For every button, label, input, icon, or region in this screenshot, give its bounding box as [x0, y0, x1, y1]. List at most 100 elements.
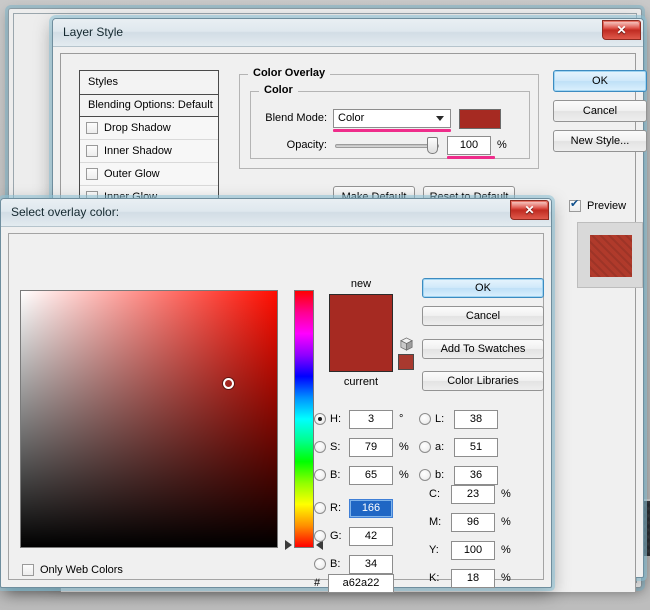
radio-h-hsb[interactable]	[314, 413, 326, 425]
unit-s-hsb: %	[399, 441, 409, 453]
input-g-rgb[interactable]: 42	[349, 527, 393, 546]
input-r-rgb[interactable]: 166	[349, 499, 393, 518]
inner-shadow-checkbox[interactable]	[86, 145, 98, 157]
radio-s-hsb[interactable]	[314, 441, 326, 453]
picker-cancel-button[interactable]: Cancel	[422, 306, 544, 326]
opacity-slider-thumb[interactable]	[427, 137, 438, 154]
color-picker-titlebar[interactable]: Select overlay color: ✕	[1, 199, 551, 227]
radio-b-lab[interactable]	[419, 469, 431, 481]
out-of-gamut-cube-icon[interactable]	[399, 337, 414, 352]
sidebar-item-label: Outer Glow	[104, 163, 160, 185]
opacity-slider[interactable]	[335, 136, 441, 155]
ok-button[interactable]: OK	[553, 70, 647, 92]
input-h-hsb[interactable]: 3	[349, 410, 393, 429]
hue-slider[interactable]	[294, 290, 314, 548]
input-m-cmyk[interactable]: 96	[451, 513, 495, 532]
styles-list-header: Styles	[80, 71, 218, 95]
hue-slider-arrow-left	[285, 540, 292, 550]
color-field-marker[interactable]	[223, 378, 234, 389]
color-overlay-legend: Color Overlay	[248, 67, 330, 79]
sidebar-item-outer-glow[interactable]: Outer Glow	[80, 163, 218, 186]
sidebar-item-drop-shadow[interactable]: Drop Shadow	[80, 117, 218, 140]
new-style-button[interactable]: New Style...	[553, 130, 647, 152]
input-b-lab[interactable]: 36	[454, 466, 498, 485]
input-k-cmyk[interactable]: 18	[451, 569, 495, 588]
blend-mode-value: Color	[338, 112, 364, 124]
current-color-label: current	[329, 376, 393, 388]
blend-mode-highlight	[333, 129, 451, 132]
color-subgroup: Color Blend Mode: Color Opacity:	[250, 91, 530, 159]
sidebar-item-inner-shadow[interactable]: Inner Shadow	[80, 140, 218, 163]
label-c-cmyk: C:	[429, 488, 445, 500]
layer-style-title: Layer Style	[63, 25, 123, 39]
label-b-rgb: B:	[330, 558, 346, 570]
label-y-cmyk: Y:	[429, 544, 445, 556]
only-web-colors-row[interactable]: Only Web Colors	[22, 564, 123, 576]
desktop-background: Layer Style ✕ Styles Blending Options: D…	[0, 0, 650, 610]
color-picker-panel: new current OK Cancel Add To Swatches Co	[8, 233, 544, 580]
label-b-hsb: B:	[330, 469, 346, 481]
label-L-lab: L:	[435, 413, 451, 425]
outer-glow-checkbox[interactable]	[86, 168, 98, 180]
label-a-lab: a:	[435, 441, 451, 453]
only-web-colors-checkbox[interactable]	[22, 564, 34, 576]
radio-L-lab[interactable]	[419, 413, 431, 425]
input-a-lab[interactable]: 51	[454, 438, 498, 457]
input-b-hsb[interactable]: 65	[349, 466, 393, 485]
unit-y-cmyk: %	[501, 544, 511, 556]
blend-mode-select[interactable]: Color	[333, 109, 451, 128]
label-s-hsb: S:	[330, 441, 346, 453]
input-s-hsb[interactable]: 79	[349, 438, 393, 457]
layer-style-titlebar[interactable]: Layer Style ✕	[53, 19, 643, 47]
radio-a-lab[interactable]	[419, 441, 431, 453]
color-libraries-button[interactable]: Color Libraries	[422, 371, 544, 391]
new-color-swatch[interactable]	[330, 295, 392, 333]
preview-checkbox[interactable]	[569, 200, 581, 212]
label-g-rgb: G:	[330, 530, 346, 542]
radio-g-rgb[interactable]	[314, 530, 326, 542]
preview-checkbox-row[interactable]: Preview	[569, 200, 626, 212]
input-b-rgb[interactable]: 34	[349, 555, 393, 574]
label-h-hsb: H:	[330, 413, 346, 425]
input-c-cmyk[interactable]: 23	[451, 485, 495, 504]
color-subgroup-legend: Color	[259, 84, 298, 96]
cancel-button[interactable]: Cancel	[553, 100, 647, 122]
sidebar-item-blending-options[interactable]: Blending Options: Default	[80, 95, 218, 117]
radio-b-hsb[interactable]	[314, 469, 326, 481]
radio-r-rgb[interactable]	[314, 502, 326, 514]
close-icon[interactable]: ✕	[602, 20, 641, 40]
opacity-label: Opacity:	[255, 139, 327, 151]
unit-c-cmyk: %	[501, 488, 511, 500]
input-y-cmyk[interactable]: 100	[451, 541, 495, 560]
chevron-down-icon[interactable]	[431, 110, 448, 127]
opacity-unit: %	[497, 139, 507, 151]
only-web-colors-label: Only Web Colors	[40, 564, 123, 576]
opacity-highlight	[447, 156, 495, 159]
add-to-swatches-button[interactable]: Add To Swatches	[422, 339, 544, 359]
sidebar-item-label: Drop Shadow	[104, 117, 171, 139]
unit-m-cmyk: %	[501, 516, 511, 528]
sidebar-item-label: Inner Shadow	[104, 140, 172, 162]
current-color-swatch[interactable]	[330, 333, 392, 371]
label-m-cmyk: M:	[429, 516, 445, 528]
blend-mode-label: Blend Mode:	[255, 112, 327, 124]
close-icon[interactable]: ✕	[510, 200, 549, 220]
label-k-cmyk: K:	[429, 572, 445, 584]
radio-b-rgb[interactable]	[314, 558, 326, 570]
drop-shadow-checkbox[interactable]	[86, 122, 98, 134]
color-overlay-group: Color Overlay Color Blend Mode: Color Op…	[239, 74, 539, 169]
out-of-gamut-swatch[interactable]	[398, 354, 414, 370]
hex-input[interactable]: a62a22	[328, 574, 394, 593]
opacity-input[interactable]: 100	[447, 136, 491, 155]
label-r-rgb: R:	[330, 502, 346, 514]
color-picker-dialog: Select overlay color: ✕ new curren	[0, 198, 552, 588]
overlay-color-swatch[interactable]	[459, 109, 501, 129]
color-picker-title: Select overlay color:	[11, 205, 119, 219]
new-current-color-swatch[interactable]	[329, 294, 393, 372]
input-L-lab[interactable]: 38	[454, 410, 498, 429]
picker-ok-button[interactable]: OK	[422, 278, 544, 298]
unit-h-hsb: °	[399, 413, 403, 425]
preview-thumbnail-swatch	[590, 235, 632, 277]
preview-label: Preview	[587, 200, 626, 212]
saturation-brightness-field[interactable]	[20, 290, 278, 548]
